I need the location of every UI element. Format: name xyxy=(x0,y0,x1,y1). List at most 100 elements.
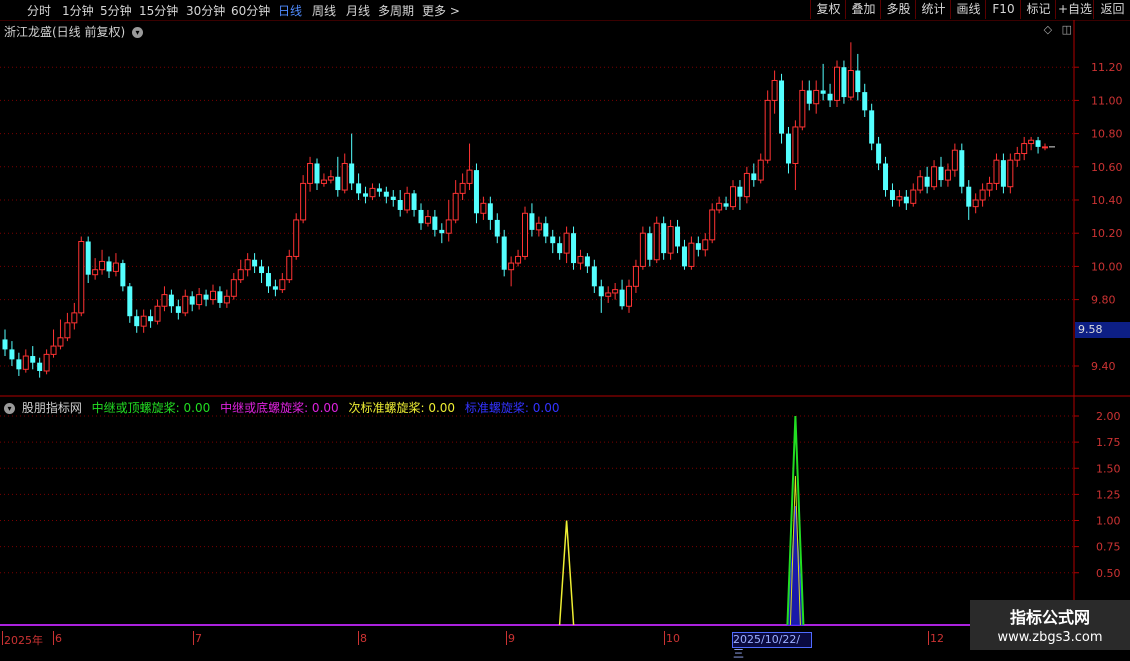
candle-body xyxy=(272,286,278,290)
toolbar-item-7[interactable]: 周线 xyxy=(312,2,336,19)
candle-body xyxy=(473,170,479,214)
candle-body xyxy=(369,187,376,198)
candle-body xyxy=(189,296,195,305)
candle-body xyxy=(944,169,951,181)
candle-body xyxy=(605,292,612,297)
candle-body xyxy=(972,199,979,208)
candle-body xyxy=(50,345,57,355)
candle-body xyxy=(445,219,452,234)
toolbar-button-6[interactable]: 标记 xyxy=(1020,0,1056,19)
toolbar-button-7[interactable]: +自选 xyxy=(1055,0,1094,19)
price-tick-label: 11.00 xyxy=(1091,94,1123,107)
candle-body xyxy=(557,243,563,254)
candle-body xyxy=(1042,146,1048,149)
candle-body xyxy=(85,241,91,275)
toolbar-item-10[interactable]: 更多 > xyxy=(422,2,460,19)
candle-body xyxy=(730,186,736,208)
candle-body xyxy=(314,163,320,184)
candle-body xyxy=(22,355,29,370)
candle-body xyxy=(661,223,667,254)
candle-body xyxy=(612,289,619,294)
candle-body xyxy=(889,190,895,200)
date-tick xyxy=(928,631,929,645)
toolbar-button-8[interactable]: 返回 xyxy=(1093,0,1130,19)
candle-body xyxy=(647,233,653,260)
candle-body xyxy=(43,353,50,372)
candle-body xyxy=(515,255,522,264)
candle-body xyxy=(397,200,403,210)
candle-body xyxy=(154,305,161,322)
candle-body xyxy=(383,191,389,197)
candle-body xyxy=(522,212,528,257)
candle-body xyxy=(702,239,709,251)
candle-body xyxy=(2,339,8,350)
legend-series-1: 中继或顶螺旋桨: 0.00 xyxy=(91,401,211,415)
candle-body xyxy=(563,232,570,254)
candle-body xyxy=(667,226,674,254)
candle-body xyxy=(335,176,341,191)
candle-body xyxy=(203,294,209,300)
candle-body xyxy=(619,289,625,307)
candle-body xyxy=(327,176,334,181)
toolbar-item-2[interactable]: 5分钟 xyxy=(100,2,132,19)
candle-body xyxy=(459,182,466,194)
toolbar-button-0[interactable]: 复权 xyxy=(810,0,846,19)
price-tick-label: 9.80 xyxy=(1091,294,1116,307)
legend-series-2: 中继或底螺旋桨: 0.00 xyxy=(220,401,339,415)
candle-body xyxy=(986,182,993,191)
candle-body xyxy=(279,279,286,291)
candle-body xyxy=(106,261,112,272)
candle-body xyxy=(175,306,181,313)
indicator-chart[interactable]: 2.00 1.75 1.50 1.25 1.00 0.75 0.50 xyxy=(0,397,1130,629)
indicator-tick-label: 0.75 xyxy=(1096,541,1121,554)
candle-body xyxy=(1021,143,1028,155)
candle-body xyxy=(743,172,750,198)
candle-body xyxy=(779,80,785,134)
candle-body xyxy=(723,203,729,207)
chevron-down-icon[interactable]: ▾ xyxy=(4,403,15,414)
candle-body xyxy=(341,162,348,191)
toolbar-item-4[interactable]: 30分钟 xyxy=(186,2,225,19)
candle-body xyxy=(910,189,917,204)
toolbar-item-9[interactable]: 多周期 xyxy=(378,2,414,19)
candle-body xyxy=(210,290,216,301)
toolbar-button-4[interactable]: 画线 xyxy=(950,0,986,19)
candle-body xyxy=(452,192,459,221)
toolbar-item-0[interactable]: 分时 xyxy=(27,2,51,19)
toolbar-button-2[interactable]: 多股 xyxy=(880,0,916,19)
candle-body xyxy=(869,110,875,144)
watermark-url: www.zbgs3.com xyxy=(997,630,1103,645)
candle-body xyxy=(681,246,687,267)
price-tick-label: 10.20 xyxy=(1091,227,1123,240)
toolbar-button-1[interactable]: 叠加 xyxy=(845,0,881,19)
toolbar-item-6[interactable]: 日线 xyxy=(278,2,302,19)
candle-body xyxy=(931,166,938,188)
candle-body xyxy=(78,241,85,314)
candle-body xyxy=(161,294,168,307)
candle-body xyxy=(993,159,1000,184)
candle-body xyxy=(37,362,43,371)
date-tick xyxy=(358,631,359,645)
candle-body xyxy=(30,356,36,363)
toolbar-item-1[interactable]: 1分钟 xyxy=(62,2,94,19)
date-label: 8 xyxy=(360,632,367,645)
candle-body xyxy=(639,232,646,267)
toolbar-button-3[interactable]: 统计 xyxy=(915,0,951,19)
legend-series-4: 标准螺旋桨: 0.00 xyxy=(464,401,560,415)
candle-body xyxy=(293,219,300,257)
price-chart[interactable]: 11.20 11.00 10.80 10.60 10.40 10.20 10.00 9.80 9… xyxy=(0,20,1130,416)
candle-body xyxy=(57,337,64,347)
price-tick-label: 10.40 xyxy=(1091,194,1123,207)
toolbar-button-5[interactable]: F10 xyxy=(985,0,1021,19)
toolbar-item-5[interactable]: 60分钟 xyxy=(231,2,270,19)
candle-body xyxy=(688,242,695,267)
candle-body xyxy=(376,188,382,192)
candle-body xyxy=(1000,160,1006,187)
toolbar-item-3[interactable]: 15分钟 xyxy=(139,2,178,19)
candle-body xyxy=(112,262,119,272)
price-tick-label: 9.40 xyxy=(1091,360,1116,373)
toolbar-item-8[interactable]: 月线 xyxy=(346,2,370,19)
candle-body xyxy=(543,223,549,237)
date-cursor-label: 2025/10/22/三 xyxy=(732,632,812,660)
candle-body xyxy=(820,90,826,94)
